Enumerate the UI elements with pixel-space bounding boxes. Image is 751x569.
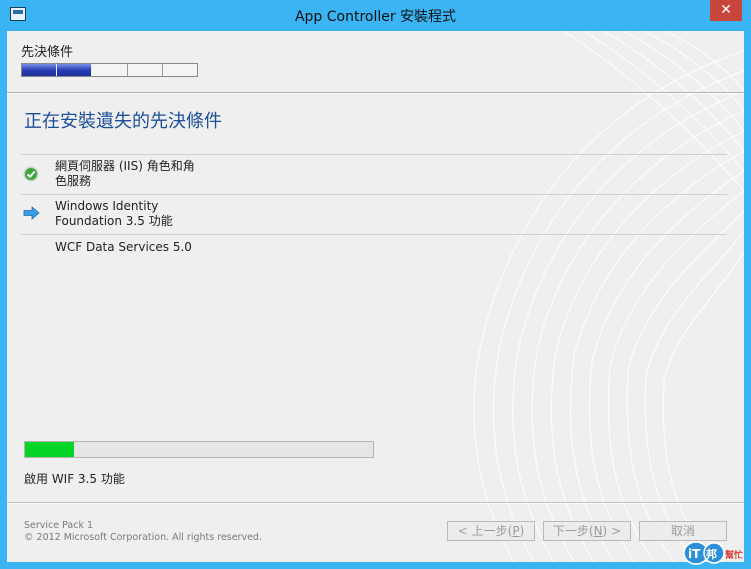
step-segment <box>127 64 163 76</box>
back-label-post: ) <box>519 524 525 538</box>
svg-text:幫忙: 幫忙 <box>725 549 743 561</box>
page-title: 正在安裝遺失的先決條件 <box>24 111 222 132</box>
step-segment <box>92 64 128 76</box>
prerequisite-name-line1: 網頁伺服器 (IIS) 角色和角 <box>55 159 195 173</box>
svg-text:邦: 邦 <box>706 547 717 561</box>
footer-info: Service Pack 1 © 2012 Microsoft Corporat… <box>24 520 262 544</box>
progress-status-text: 啟用 WIF 3.5 功能 <box>24 472 125 486</box>
prerequisite-name-line2: Foundation 3.5 功能 <box>55 214 173 228</box>
back-button[interactable]: < 上一步(P) <box>447 521 535 541</box>
background-swirl-decoration <box>473 31 744 562</box>
step-segment <box>22 64 58 76</box>
copyright-text: © 2012 Microsoft Corporation. All rights… <box>24 532 262 543</box>
next-access-key: N <box>593 524 603 538</box>
back-access-key: P <box>512 524 520 538</box>
install-progress-bar <box>24 441 374 458</box>
prerequisite-item: 網頁伺服器 (IIS) 角色和角 色服務 <box>21 154 727 194</box>
prerequisite-list: 網頁伺服器 (IIS) 角色和角 色服務 Windows Identity Fo… <box>21 154 727 274</box>
prerequisite-item: WCF Data Services 5.0 <box>21 234 727 274</box>
prerequisite-item: Windows Identity Foundation 3.5 功能 <box>21 194 727 234</box>
step-segment <box>162 64 198 76</box>
step-segment <box>57 64 93 76</box>
wizard-body: 先決條件 正在安裝遺失的先決條件 網頁伺服器 (IIS) 角色和角 色服務 Wi… <box>7 31 744 562</box>
prerequisite-name-line1: WCF Data Services 5.0 <box>55 240 192 254</box>
title-bar[interactable]: App Controller 安裝程式 ✕ <box>0 0 751 31</box>
ithome-watermark-logo: iT 邦 幫忙 <box>683 541 743 565</box>
svg-text:iT: iT <box>688 547 701 561</box>
prerequisite-name-line1: Windows Identity <box>55 199 159 213</box>
install-progress-fill <box>25 442 74 457</box>
arrow-right-icon <box>23 206 40 220</box>
prerequisite-name-line2: 色服務 <box>55 174 92 188</box>
cancel-button[interactable]: 取消 <box>639 521 727 541</box>
installer-window: App Controller 安裝程式 ✕ 先決條件 正在安裝遺失的先決條件 網… <box>0 0 751 569</box>
service-pack-label: Service Pack 1 <box>24 520 94 531</box>
step-progress-bar <box>21 63 198 77</box>
close-button[interactable]: ✕ <box>710 0 742 21</box>
check-icon <box>23 166 39 182</box>
header-divider <box>7 92 744 94</box>
window-title: App Controller 安裝程式 <box>294 9 457 25</box>
next-button[interactable]: 下一步(N) > <box>543 521 631 541</box>
back-label-pre: < 上一步( <box>457 524 513 538</box>
footer-divider <box>7 502 744 504</box>
step-label: 先決條件 <box>21 45 74 60</box>
next-label-post: ) > <box>602 524 622 538</box>
next-label-pre: 下一步( <box>552 524 594 538</box>
